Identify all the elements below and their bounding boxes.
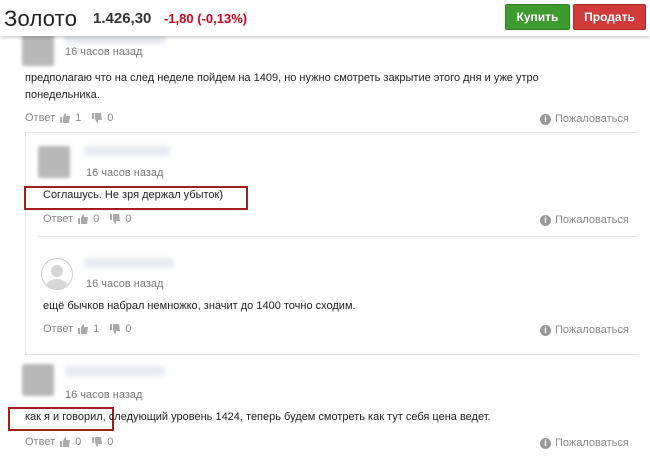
- comment-text: как я и говорил, следующий уровень 1424,…: [25, 409, 491, 426]
- comment-text: ещё бычков набрал немножко, значит до 14…: [43, 300, 356, 312]
- comment-text-rest: следующий уровень 1424, теперь будем смо…: [105, 411, 491, 423]
- report-label: Пожаловаться: [555, 437, 629, 449]
- thumbs-down-icon[interactable]: [110, 214, 121, 224]
- thumbs-down-icon[interactable]: [110, 324, 121, 334]
- sell-button[interactable]: Продать: [573, 4, 646, 30]
- reply-thread-line: [25, 133, 26, 355]
- default-avatar-icon[interactable]: [41, 258, 73, 290]
- info-icon: i: [540, 113, 551, 125]
- report-label: Пожаловаться: [555, 324, 629, 336]
- like-count: 1: [75, 112, 82, 124]
- info-icon: i: [540, 324, 551, 336]
- report-link[interactable]: i Пожаловаться: [540, 113, 629, 125]
- avatar[interactable]: [22, 364, 54, 396]
- thumbs-up-icon[interactable]: [60, 113, 71, 123]
- comment-text: предполагаю что на след неделе пойдем на…: [25, 72, 539, 84]
- reply-link[interactable]: Ответ: [43, 323, 73, 335]
- instrument-price: 1.426,30: [93, 10, 152, 27]
- info-icon: i: [540, 437, 551, 449]
- report-label: Пожаловаться: [555, 214, 629, 226]
- report-link[interactable]: i Пожаловаться: [540, 437, 629, 449]
- comment-text: понедельника.: [25, 89, 100, 101]
- comment-actions: Ответ 0 0: [25, 436, 113, 448]
- comment-time: 16 часов назад: [65, 389, 143, 401]
- divider: [25, 132, 637, 133]
- username-blurred[interactable]: [84, 258, 174, 268]
- comment-actions: Ответ 1 0: [25, 112, 113, 124]
- thumbs-up-icon[interactable]: [60, 437, 71, 447]
- like-count: 0: [75, 436, 82, 448]
- avatar[interactable]: [22, 34, 54, 66]
- thumbs-up-icon[interactable]: [78, 324, 89, 334]
- comment-time: 16 часов назад: [65, 46, 143, 58]
- reply-link[interactable]: Ответ: [25, 436, 55, 448]
- username-blurred[interactable]: [84, 146, 170, 156]
- dislike-count: 0: [107, 112, 114, 124]
- like-count: 1: [93, 323, 100, 335]
- report-link[interactable]: i Пожаловаться: [540, 214, 629, 226]
- highlighted-phrase: как я и говорил,: [25, 411, 106, 423]
- thumbs-down-icon[interactable]: [92, 437, 103, 447]
- comment-time: 16 часов назад: [86, 278, 164, 290]
- thumbs-down-icon[interactable]: [92, 113, 103, 123]
- report-label: Пожаловаться: [555, 113, 629, 125]
- comment-actions: Ответ 0 0: [43, 213, 131, 225]
- username-blurred[interactable]: [65, 366, 165, 376]
- reply-link[interactable]: Ответ: [25, 112, 55, 124]
- instrument-header: Золото 1.426,30 -1,80 (-0,13%) Купить Пр…: [0, 0, 650, 36]
- price-change: -1,80 (-0,13%): [164, 11, 248, 26]
- avatar[interactable]: [38, 146, 70, 178]
- like-count: 0: [93, 213, 100, 225]
- info-icon: i: [540, 214, 551, 226]
- buy-button[interactable]: Купить: [505, 4, 570, 30]
- dislike-count: 0: [125, 213, 132, 225]
- instrument-title: Золото: [4, 6, 78, 31]
- dislike-count: 0: [125, 323, 132, 335]
- divider: [25, 354, 637, 355]
- report-link[interactable]: i Пожаловаться: [540, 324, 629, 336]
- reply-link[interactable]: Ответ: [43, 213, 73, 225]
- divider: [38, 236, 637, 237]
- comment-text: Соглашусь. Не зря держал убыток): [43, 189, 224, 201]
- comment-actions: Ответ 1 0: [43, 323, 131, 335]
- dislike-count: 0: [107, 436, 114, 448]
- comment-time: 16 часов назад: [86, 167, 164, 179]
- thumbs-up-icon[interactable]: [78, 214, 89, 224]
